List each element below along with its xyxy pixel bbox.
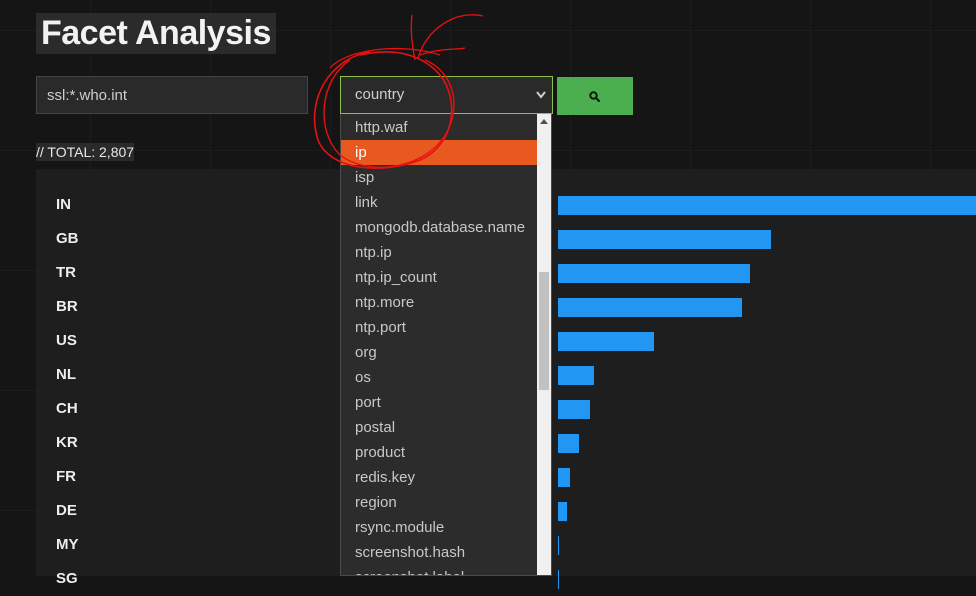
facet-bar	[558, 366, 594, 385]
scroll-up-arrow-icon[interactable]	[540, 119, 548, 124]
dropdown-option[interactable]: isp	[341, 165, 538, 190]
facet-label[interactable]: IN	[56, 188, 71, 222]
dropdown-option[interactable]: ntp.port	[341, 315, 538, 340]
dropdown-option[interactable]: rsync.module	[341, 515, 538, 540]
facet-label[interactable]: GB	[56, 222, 79, 256]
search-button[interactable]	[557, 77, 633, 115]
facet-label[interactable]: BR	[56, 290, 78, 324]
facet-bar	[558, 536, 559, 555]
dropdown-option[interactable]: ip	[341, 140, 538, 165]
facet-bar	[558, 298, 742, 317]
dropdown-option[interactable]: org	[341, 340, 538, 365]
facet-label[interactable]: MY	[56, 528, 79, 562]
query-input[interactable]	[36, 76, 308, 114]
dropdown-option[interactable]: ntp.ip_count	[341, 265, 538, 290]
dropdown-option[interactable]: ntp.more	[341, 290, 538, 315]
dropdown-option[interactable]: redis.key	[341, 465, 538, 490]
dropdown-option[interactable]: screenshot.label	[341, 565, 538, 575]
facet-label[interactable]: TR	[56, 256, 76, 290]
facet-label[interactable]: DE	[56, 494, 77, 528]
facet-bar	[558, 230, 771, 249]
dropdown-option[interactable]: ntp.ip	[341, 240, 538, 265]
facet-bar	[558, 502, 567, 521]
facet-label[interactable]: NL	[56, 358, 76, 392]
dropdown-option[interactable]: http.waf	[341, 115, 538, 140]
dropdown-option[interactable]: region	[341, 490, 538, 515]
dropdown-option[interactable]: product	[341, 440, 538, 465]
facet-label[interactable]: KR	[56, 426, 78, 460]
facet-bar	[558, 332, 654, 351]
scrollbar-thumb[interactable]	[539, 272, 549, 390]
dropdown-option[interactable]: link	[341, 190, 538, 215]
dropdown-option[interactable]: screenshot.hash	[341, 540, 538, 565]
dropdown-option[interactable]: port	[341, 390, 538, 415]
facet-label[interactable]: US	[56, 324, 77, 358]
dropdown-option[interactable]: os	[341, 365, 538, 390]
facet-bar	[558, 434, 579, 453]
facet-label[interactable]: FR	[56, 460, 76, 494]
facet-dropdown-list[interactable]: screenshot.labelscreenshot.hashrsync.mod…	[340, 114, 552, 576]
total-count: // TOTAL: 2,807	[36, 143, 135, 161]
facet-bar	[558, 196, 976, 215]
facet-bar	[558, 570, 559, 589]
facet-select-value: country	[355, 86, 405, 103]
facet-bar	[558, 400, 590, 419]
facet-bar	[558, 468, 570, 487]
facet-label[interactable]: CH	[56, 392, 78, 426]
page-title: Facet Analysis	[36, 13, 276, 54]
dropdown-scrollbar[interactable]	[537, 114, 551, 575]
search-icon	[589, 91, 600, 102]
dropdown-option[interactable]: mongodb.database.name	[341, 215, 538, 240]
dropdown-option[interactable]: postal	[341, 415, 538, 440]
facet-label[interactable]: SG	[56, 562, 78, 596]
facet-select[interactable]: country	[340, 76, 553, 114]
facet-bar	[558, 264, 750, 283]
